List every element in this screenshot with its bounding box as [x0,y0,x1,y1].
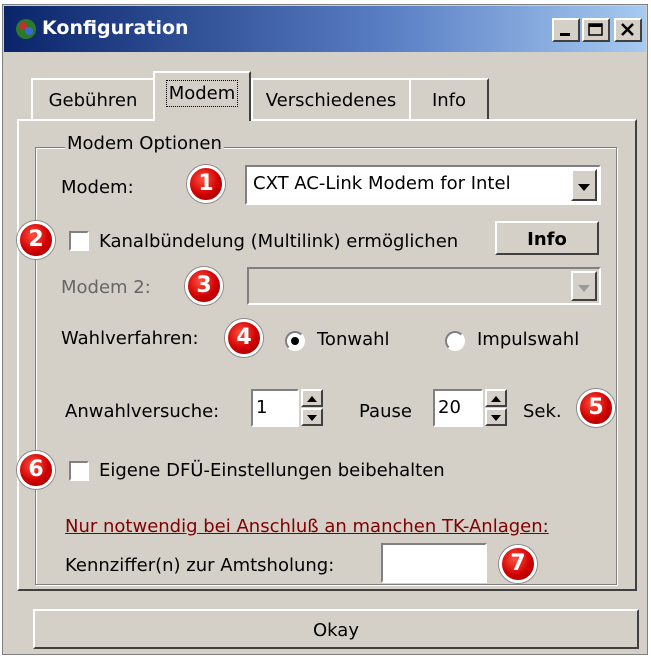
maximize-icon [588,23,603,36]
pulse-label: Impulswahl [477,329,580,350]
tab-gebuehren[interactable]: Gebühren [31,78,155,120]
tab-label: Info [431,90,467,111]
arrow-up-icon [491,396,501,402]
dial-method-label: Wahlverfahren: [61,328,199,349]
annotation-badge-1: 1 [187,165,225,203]
annotation-badge-3: 3 [185,267,223,305]
retries-input[interactable]: 1 [251,389,299,427]
modem-label: Modem: [61,177,134,198]
dun-checkbox[interactable] [69,461,89,481]
spin-up-button[interactable] [485,389,507,407]
arrow-up-icon [307,396,317,402]
maximize-button[interactable] [582,18,610,42]
chevron-down-icon [578,184,590,191]
multilink-label: Kanalbündelung (Multilink) ermöglichen [99,231,459,252]
title-bar[interactable]: Konfiguration [4,6,646,52]
multilink-checkbox[interactable] [69,231,89,251]
annotation-badge-2: 2 [17,221,55,259]
tk-note: Nur notwendig bei Anschluß an manchen TK… [65,516,549,537]
retries-value: 1 [256,397,268,418]
info-button[interactable]: Info [495,221,599,255]
tab-label: Modem [165,80,239,107]
retries-spinner[interactable] [301,389,323,427]
tone-label: Tonwahl [317,329,390,350]
spin-up-button[interactable] [301,389,323,407]
dun-label: Eigene DFÜ-Einstellungen beibehalten [99,460,445,481]
tab-info[interactable]: Info [409,78,489,120]
chevron-down-icon [578,285,590,292]
pause-value: 20 [438,397,461,418]
modem-value: CXT AC-Link Modem for Intel [253,173,511,194]
retries-label: Anwahlversuche: [65,401,220,422]
window-title: Konfiguration [42,17,189,39]
modem2-select[interactable] [247,267,601,305]
arrow-down-icon [307,415,317,421]
modem2-label: Modem 2: [61,277,151,298]
annotation-badge-7: 7 [499,545,537,583]
tone-radio[interactable] [285,331,305,351]
annotation-badge-6: 6 [17,451,55,489]
arrow-down-icon [491,415,501,421]
modem2-dropdown-button[interactable] [571,271,597,301]
pulse-radio[interactable] [445,331,465,351]
tab-label: Gebühren [48,90,138,111]
okay-button[interactable]: Okay [33,609,639,649]
pause-spinner[interactable] [485,389,507,427]
minimize-icon [560,33,570,36]
minimize-button[interactable] [552,18,580,42]
tab-verschiedenes[interactable]: Verschiedenes [251,78,411,120]
pause-label: Pause [359,401,412,422]
group-label: Modem Optionen [65,133,224,154]
annotation-badge-4: 4 [225,319,263,357]
tab-modem[interactable]: Modem [153,71,251,121]
prefix-label: Kennziffer(n) zur Amtsholung: [65,555,335,576]
spin-down-button[interactable] [485,408,507,426]
seconds-unit: Sek. [523,401,562,422]
prefix-input[interactable] [381,543,487,583]
close-icon [621,23,634,36]
config-window: Konfiguration Gebühren Modem Verschieden… [2,4,648,655]
modem-dropdown-button[interactable] [571,169,597,201]
spin-down-button[interactable] [301,408,323,426]
close-button[interactable] [614,18,642,42]
app-icon [16,19,36,39]
radio-dot [291,337,299,345]
modem-select[interactable]: CXT AC-Link Modem for Intel [245,165,601,205]
tab-label: Verschiedenes [265,90,397,111]
pause-input[interactable]: 20 [433,389,483,427]
annotation-badge-5: 5 [577,389,615,427]
